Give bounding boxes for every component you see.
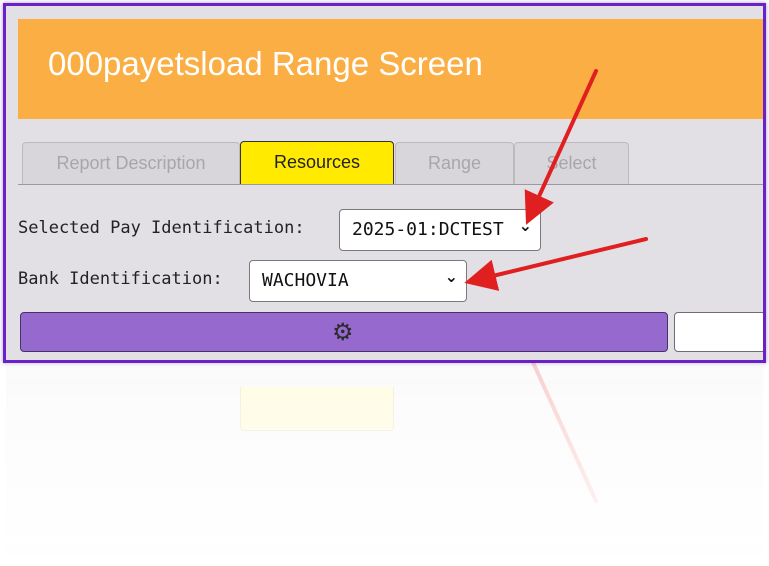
pay-id-label: Selected Pay Identification: [18, 218, 305, 238]
bank-id-select[interactable]: WACHOVIA ⌄ [249, 260, 467, 302]
stage: 000payetsload Range Screen Report Descri… [0, 0, 769, 566]
mirrored-screen: Selected Pay Identification: 2025-01:DCT… [6, 363, 763, 566]
secondary-button[interactable] [674, 312, 763, 352]
tab-select[interactable]: Select [514, 142, 629, 184]
title-bar: 000payetsload Range Screen [18, 19, 763, 119]
bank-id-value: WACHOVIA [262, 270, 349, 291]
tab-report-description[interactable]: Report Description [22, 142, 240, 184]
mirrored-tab-resources [240, 387, 394, 431]
bank-id-label: Bank Identification: [18, 269, 223, 289]
tab-range[interactable]: Range [395, 142, 514, 184]
tab-divider [18, 184, 763, 185]
chevron-down-icon: ⌄ [442, 267, 458, 286]
mirrored-app: Selected Pay Identification: 2025-01:DCT… [6, 363, 763, 566]
screenshot-frame: 000payetsload Range Screen Report Descri… [3, 3, 766, 363]
range-screen: 000payetsload Range Screen Report Descri… [6, 6, 763, 360]
pay-id-value: 2025-01:DCTEST [352, 219, 504, 240]
page-title: 000payetsload Range Screen [48, 45, 483, 82]
gear-icon: ⚙ [332, 318, 354, 346]
chevron-down-icon: ⌄ [516, 216, 532, 235]
mirrored-annotation-arrow [529, 363, 598, 503]
screenshot-reflection: Selected Pay Identification: 2025-01:DCT… [3, 363, 766, 566]
pay-id-select[interactable]: 2025-01:DCTEST ⌄ [339, 209, 541, 251]
run-button[interactable]: ⚙ [20, 312, 668, 352]
tab-resources[interactable]: Resources [240, 141, 394, 185]
